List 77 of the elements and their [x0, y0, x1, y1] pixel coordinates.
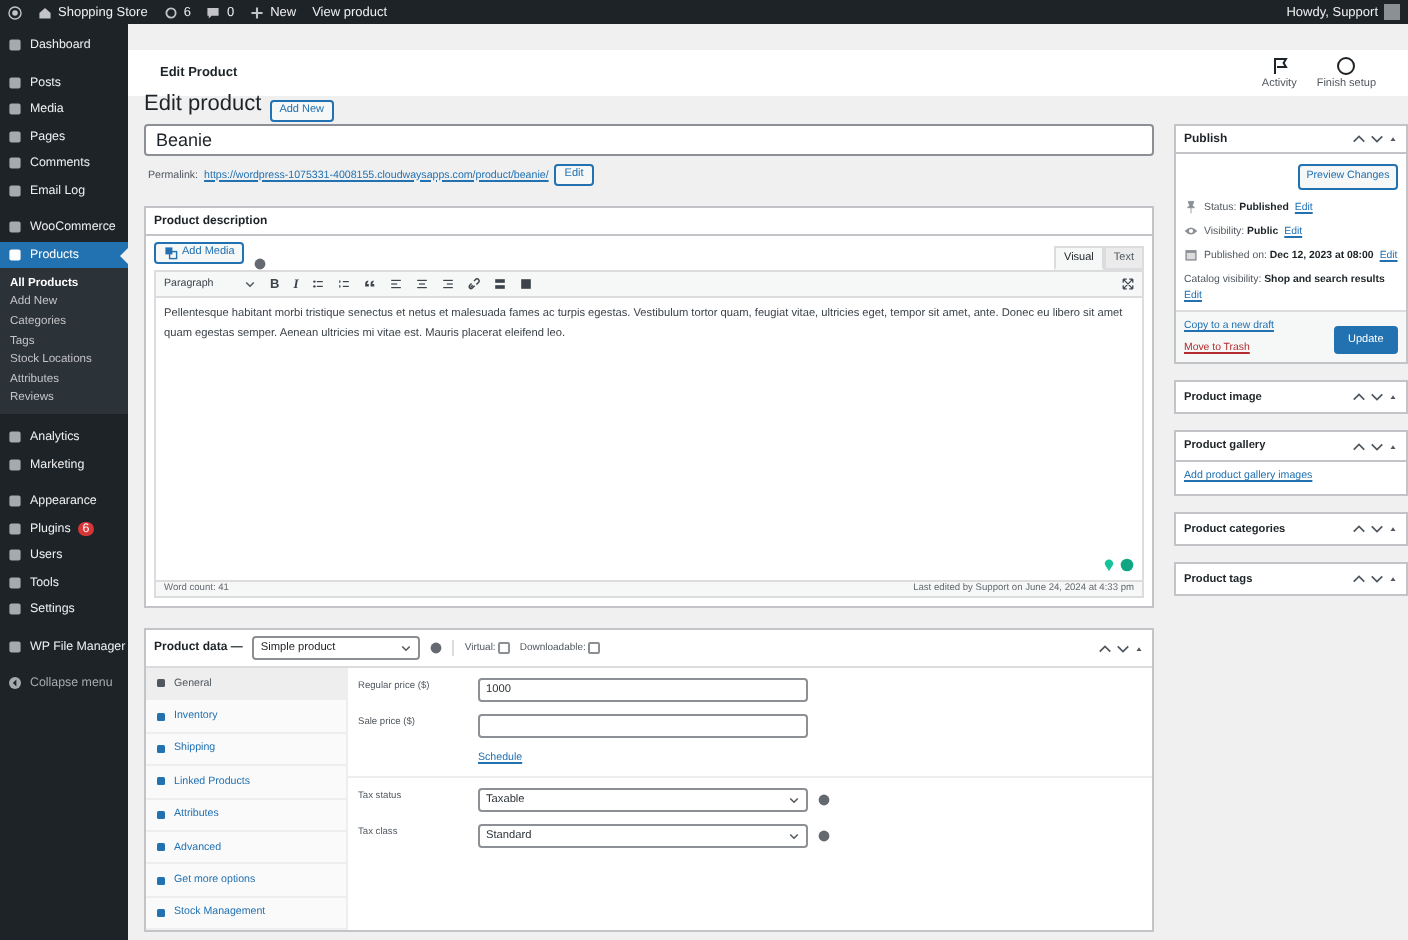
bulleted-list-icon[interactable]	[312, 278, 325, 290]
pin-icon	[1184, 200, 1198, 214]
toolbar-toggle-icon[interactable]	[520, 278, 533, 290]
toggle-triangle-icon[interactable]	[1387, 392, 1398, 402]
move-down-icon[interactable]	[1369, 439, 1384, 453]
circle-icon	[1336, 56, 1357, 76]
align-center-icon[interactable]	[416, 278, 429, 290]
title-field[interactable]: Beanie	[144, 124, 1154, 156]
square-icon	[156, 776, 166, 787]
toggle-triangle-icon[interactable]	[1387, 574, 1398, 584]
move-down-icon[interactable]	[1369, 390, 1384, 404]
toggle-triangle-icon[interactable]	[1387, 134, 1398, 144]
move-up-icon[interactable]	[1351, 390, 1366, 404]
move-down-icon[interactable]	[1369, 522, 1384, 536]
flag-icon	[1269, 56, 1290, 76]
eye-icon	[1184, 224, 1198, 238]
square-icon	[8, 521, 22, 536]
square-icon	[156, 743, 166, 754]
caret-icon	[244, 278, 256, 290]
square-icon	[8, 575, 22, 590]
help-icon[interactable]	[818, 794, 830, 806]
square-icon	[156, 809, 166, 820]
square-icon	[8, 457, 22, 472]
help-icon[interactable]	[430, 642, 443, 654]
caret-icon	[788, 794, 800, 806]
numbered-list-icon[interactable]	[338, 278, 351, 290]
move-up-icon[interactable]	[1351, 439, 1366, 453]
move-down-icon[interactable]	[1369, 572, 1384, 586]
square-icon	[8, 548, 22, 563]
square-icon	[8, 75, 22, 90]
square-icon	[156, 678, 166, 689]
square-icon	[156, 842, 166, 853]
square-icon	[156, 711, 166, 722]
square-icon	[8, 183, 22, 198]
square-icon	[8, 129, 22, 144]
checkbox[interactable]	[497, 642, 510, 654]
circle-arrow-icon	[8, 676, 22, 691]
input-field[interactable]	[478, 714, 808, 738]
square-icon	[156, 907, 166, 918]
move-up-icon[interactable]	[1351, 522, 1366, 536]
square-icon	[8, 102, 22, 117]
speech-bubble-icon	[206, 5, 221, 19]
square-icon	[8, 494, 22, 509]
media-icon	[164, 246, 178, 260]
move-up-icon[interactable]	[1098, 641, 1112, 655]
quote-icon[interactable]	[364, 278, 377, 290]
help-icon[interactable]	[254, 258, 267, 270]
align-left-icon[interactable]	[390, 278, 403, 290]
move-up-icon[interactable]	[1351, 572, 1366, 586]
square-icon	[8, 156, 22, 171]
toggle-triangle-icon[interactable]	[1134, 643, 1144, 653]
move-down-icon[interactable]	[1116, 641, 1130, 655]
fullscreen-icon[interactable]	[1122, 278, 1134, 290]
square-icon	[8, 602, 22, 617]
calendar-icon	[1184, 248, 1198, 262]
square-icon	[8, 639, 22, 654]
square-icon	[8, 247, 22, 262]
square-icon	[8, 220, 22, 235]
caret-icon	[788, 830, 800, 842]
plus-icon	[250, 5, 265, 19]
align-right-icon[interactable]	[442, 278, 455, 290]
page-heading: Edit product	[144, 92, 262, 116]
home-icon	[38, 5, 52, 19]
link-icon[interactable]	[468, 278, 481, 290]
square-icon	[8, 38, 22, 53]
help-icon[interactable]	[818, 830, 830, 842]
toggle-triangle-icon[interactable]	[1387, 524, 1398, 534]
square-icon	[8, 430, 22, 445]
checkbox[interactable]	[587, 642, 600, 654]
move-up-icon[interactable]	[1351, 132, 1366, 146]
caret-icon	[400, 642, 413, 654]
logo-icon[interactable]	[8, 5, 22, 19]
toolbar-icon[interactable]	[494, 278, 507, 290]
square-icon	[156, 875, 166, 886]
move-down-icon[interactable]	[1369, 132, 1384, 146]
toggle-triangle-icon[interactable]	[1387, 441, 1398, 451]
circle-icon[interactable]	[1120, 558, 1134, 572]
